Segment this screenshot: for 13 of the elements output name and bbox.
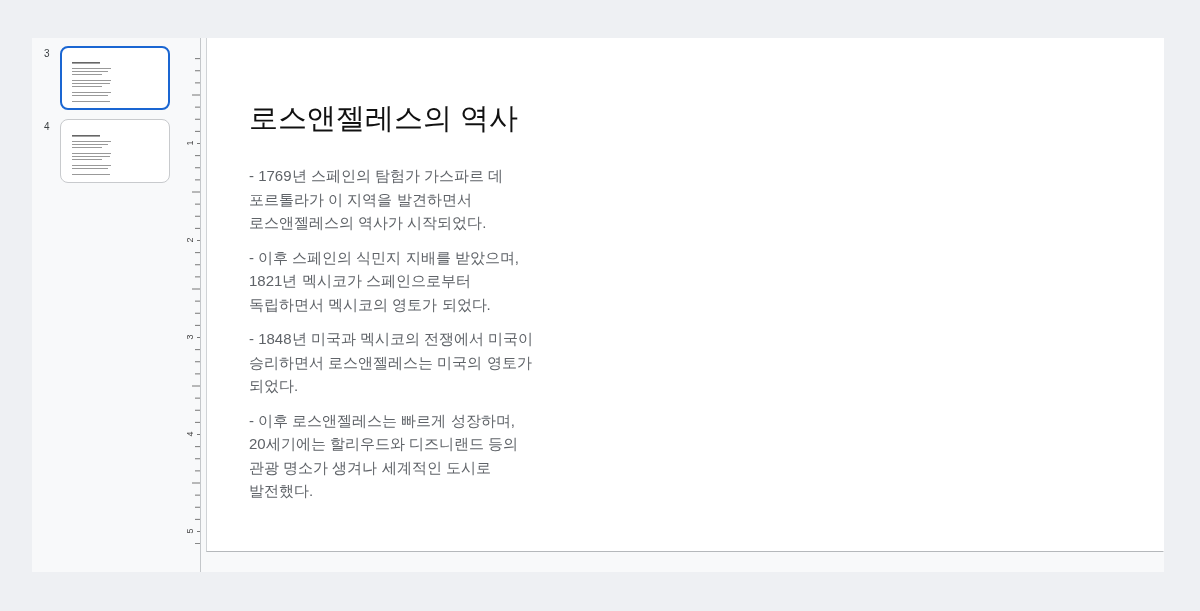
slide-number: 4 xyxy=(44,121,51,132)
ruler-number: 1 xyxy=(185,140,195,146)
slide-paragraph: - 1848년 미국과 멕시코의 전쟁에서 미국이 승리하면서 로스앤젤레스는 미국의 영토가 되었다. xyxy=(249,329,534,396)
slide-thumbnail[interactable] xyxy=(60,46,170,110)
slide-paragraph: - 1769년 스페인의 탐험가 가스파르 데 포르톨라가 이 지역을 발견하면서 로스앤젤레스의 역사가 시작되었다. xyxy=(249,166,504,233)
ruler-number: 5 xyxy=(185,528,195,534)
ruler-number: 2 xyxy=(185,237,195,243)
slide-title: 로스앤젤레스의 역사 xyxy=(249,101,519,136)
ruler-number: 3 xyxy=(185,334,195,340)
slide-paragraph: - 이후 로스앤젤레스는 빠르게 성장하며, 20세기에는 할리우드와 디즈니랜드 등의 관광 명소가 생겨나 세계적인 도시로 발전했다. xyxy=(249,410,519,501)
ruler-number: 4 xyxy=(185,431,195,437)
slide-number: 3 xyxy=(44,48,51,59)
slide-paragraph: - 이후 스페인의 식민지 지배를 받았으며, 1821년 멕시코가 스페인으로부터 독립하면서 멕시코의 영토가 되었다. xyxy=(249,247,519,315)
